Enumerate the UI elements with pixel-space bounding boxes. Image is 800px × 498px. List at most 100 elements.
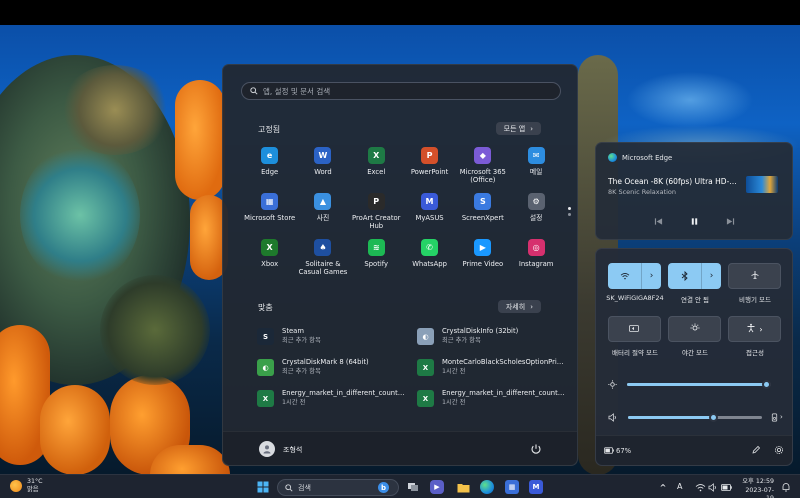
brightness-fill xyxy=(627,382,767,386)
pinned-app[interactable]: W Word xyxy=(296,147,349,193)
quick-tile[interactable] xyxy=(728,263,781,289)
prime-video-icon: ▶ xyxy=(474,239,492,256)
pinned-app[interactable]: X Excel xyxy=(350,147,403,193)
file-explorer-button[interactable] xyxy=(456,480,470,494)
store-icon: ▦ xyxy=(261,193,279,210)
recommended-item[interactable]: ◐ CrystalDiskInfo (32bit) 최근 추가 항목 xyxy=(417,327,567,358)
recommended-item-subtitle: 1시간 전 xyxy=(282,399,306,406)
notifications-button[interactable] xyxy=(779,480,793,494)
pinned-app[interactable]: S ScreenXpert xyxy=(456,193,509,239)
recommended-item[interactable]: X MonteCarloBlackScholesOptionPric... 1시간 … xyxy=(417,358,567,389)
pinned-app[interactable]: ≋ Spotify xyxy=(350,239,403,285)
pinned-app[interactable]: ✉ 메일 xyxy=(509,147,562,193)
pinned-app[interactable]: ▶ Prime Video xyxy=(456,239,509,285)
previous-track-button[interactable] xyxy=(652,215,664,227)
pinned-app[interactable]: M MyASUS xyxy=(403,193,456,239)
audio-output-button[interactable]: › xyxy=(770,413,783,422)
volume-tray-button[interactable] xyxy=(706,480,720,494)
settings-gear-icon[interactable] xyxy=(774,445,784,455)
pinned-app[interactable]: ✆ WhatsApp xyxy=(403,239,456,285)
pinned-app[interactable]: P PowerPoint xyxy=(403,147,456,193)
volume-slider[interactable] xyxy=(628,412,762,422)
recommended-item-name: CrystalDiskMark 8 (64bit) xyxy=(282,358,369,366)
wifi-icon xyxy=(695,483,705,491)
start-button[interactable] xyxy=(256,480,270,494)
pause-button[interactable] xyxy=(688,215,700,227)
edit-pencil-icon[interactable] xyxy=(751,445,761,455)
next-icon xyxy=(726,217,734,225)
recommended-item[interactable]: ◐ CrystalDiskMark 8 (64bit) 최근 추가 항목 xyxy=(257,358,417,389)
bluetooth-icon[interactable] xyxy=(668,263,702,289)
task-view-button[interactable] xyxy=(406,480,420,494)
taskbar-search-input[interactable] xyxy=(298,483,378,492)
volume-icon xyxy=(608,412,616,422)
clock-time: 오후 12:59 xyxy=(742,478,774,485)
myasus-icon: M xyxy=(532,483,540,491)
next-track-button[interactable] xyxy=(724,215,736,227)
bing-icon[interactable]: b xyxy=(378,482,389,493)
weather-text: 31°C 맑음 xyxy=(27,478,43,494)
recommended-item-text: CrystalDiskInfo (32bit) 최근 추가 항목 xyxy=(442,327,566,345)
quick-tile[interactable]: › xyxy=(608,263,661,289)
quick-tile[interactable]: › xyxy=(728,316,781,342)
taskbar-search-box[interactable]: b xyxy=(277,479,399,496)
volume-slider-row: › xyxy=(608,411,784,423)
whatsapp-icon: ✆ xyxy=(421,239,439,256)
recommended-item[interactable]: X Energy_market_in_different_countri... 1시… xyxy=(257,389,417,420)
show-hidden-icons-button[interactable]: ^ xyxy=(656,480,670,494)
pinned-app[interactable]: ◆ Microsoft 365 (Office) xyxy=(456,147,509,193)
pinned-app[interactable]: X Xbox xyxy=(243,239,296,285)
windows-logo-icon xyxy=(257,481,269,493)
pinned-app[interactable]: ▦ Microsoft Store xyxy=(243,193,296,239)
volume-thumb[interactable] xyxy=(709,412,719,422)
quick-tile[interactable]: › xyxy=(668,263,721,289)
myasus-taskbar-button[interactable]: M xyxy=(529,480,543,494)
power-button[interactable] xyxy=(529,442,543,456)
wifi-icon[interactable] xyxy=(608,263,642,289)
recommended-item[interactable]: S Steam 최근 추가 항목 xyxy=(257,327,417,358)
user-avatar[interactable] xyxy=(259,441,275,457)
chevron-right-icon[interactable]: › xyxy=(642,263,661,289)
brightness-thumb[interactable] xyxy=(762,379,772,389)
network-tray-button[interactable] xyxy=(693,480,707,494)
pinned-page-indicator[interactable] xyxy=(568,207,571,219)
pinned-app-label: 설정 xyxy=(529,214,543,222)
pinned-app[interactable]: P ProArt Creator Hub xyxy=(350,193,403,239)
battery-tray-button[interactable] xyxy=(719,480,733,494)
pinned-app[interactable]: ▲ 사진 xyxy=(296,193,349,239)
pinned-app[interactable]: ♠ Solitaire & Casual Games xyxy=(296,239,349,285)
brightness-slider[interactable] xyxy=(627,379,772,389)
screenxpert-icon: S xyxy=(474,193,492,210)
all-apps-button[interactable]: 모든 앱 › xyxy=(495,122,541,135)
chat-app-button[interactable]: ▶ xyxy=(430,480,444,494)
weather-description: 맑음 xyxy=(27,486,39,493)
edge-taskbar-button[interactable] xyxy=(480,480,494,494)
chat-icon: ▶ xyxy=(434,483,440,491)
store-taskbar-button[interactable]: ▦ xyxy=(505,480,519,494)
start-search-input[interactable] xyxy=(263,86,553,96)
pinned-app-label: ScreenXpert xyxy=(461,214,504,222)
quick-tile[interactable] xyxy=(668,316,721,342)
pinned-app[interactable]: ◎ Instagram xyxy=(509,239,562,285)
page-dot[interactable] xyxy=(568,213,571,216)
chevron-right-icon[interactable]: › xyxy=(702,263,721,289)
clock[interactable]: 오후 12:59 2023-07-19 xyxy=(738,478,774,498)
start-search-box[interactable] xyxy=(241,82,561,100)
quick-tile[interactable] xyxy=(608,316,661,342)
battery-percentage[interactable]: 67% xyxy=(616,447,631,455)
user-name[interactable]: 조형석 xyxy=(283,445,302,455)
recommended-item[interactable]: X Energy_market_in_different_countri... 1시… xyxy=(417,389,567,420)
pinned-app[interactable]: ⚙ 설정 xyxy=(509,193,562,239)
all-apps-label: 모든 앱 xyxy=(503,124,526,133)
weather-widget[interactable]: 31°C 맑음 xyxy=(10,478,43,494)
recommended-item-subtitle: 1시간 전 xyxy=(442,399,466,406)
input-language-indicator[interactable]: A xyxy=(677,482,682,491)
pinned-app-label: MyASUS xyxy=(415,214,444,222)
folder-icon xyxy=(457,483,469,492)
media-title: The Ocean -8K (60fps) Ultra HD- 자... xyxy=(608,177,738,186)
chevron-right-icon: › xyxy=(759,324,763,334)
recommended-item-text: Steam 최근 추가 항목 xyxy=(282,327,406,345)
pinned-app[interactable]: e Edge xyxy=(243,147,296,193)
more-recommended-button[interactable]: 자세히 › xyxy=(497,300,541,313)
page-dot-active[interactable] xyxy=(568,207,571,210)
